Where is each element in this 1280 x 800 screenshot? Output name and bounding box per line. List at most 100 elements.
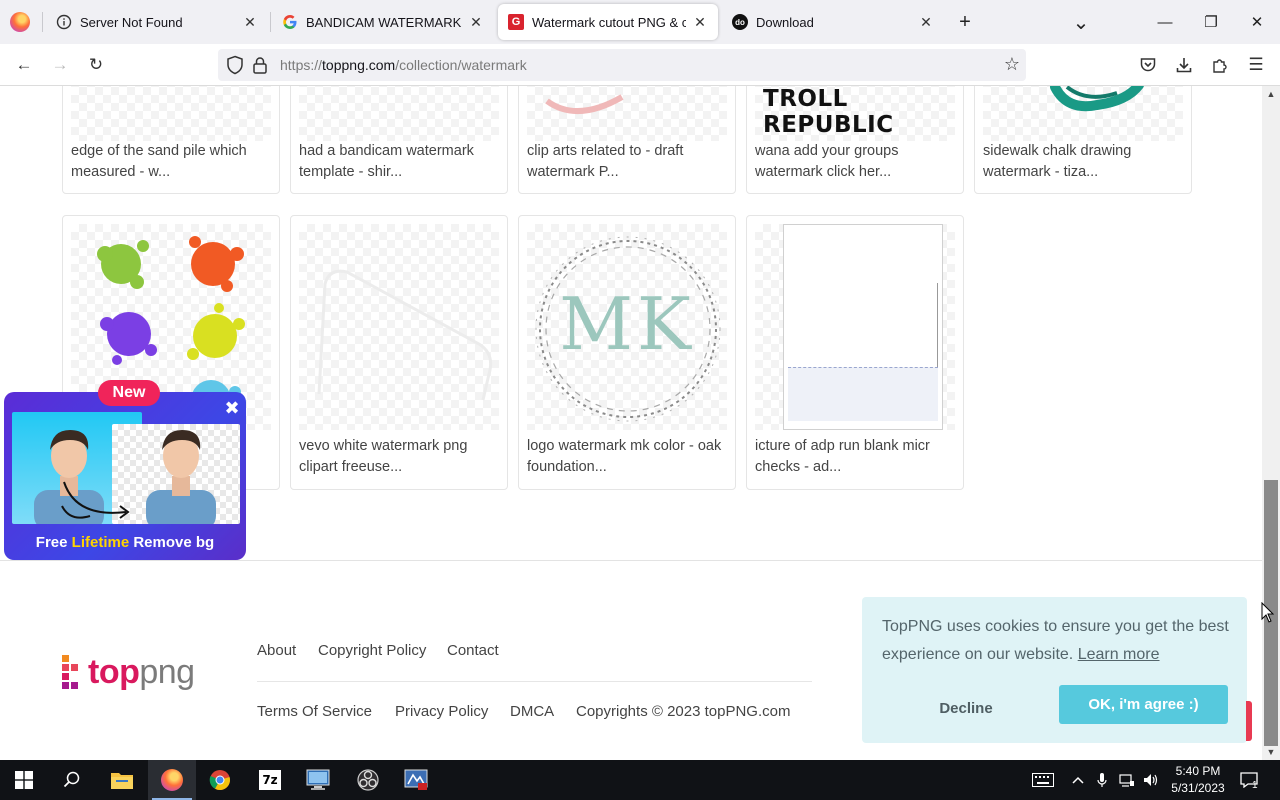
card-thumbnail[interactable] <box>71 86 271 141</box>
tab-watermark-cutout[interactable]: G Watermark cutout PNG & clipa ✕ <box>498 4 718 40</box>
system-clock[interactable]: 5:40 PM 5/31/2023 <box>1162 763 1234 797</box>
result-card[interactable]: vevo white watermark png clipart freeuse… <box>290 215 508 490</box>
download-icon[interactable] <box>1170 52 1198 78</box>
agree-button[interactable]: OK, i'm agree :) <box>1059 685 1228 724</box>
arrow-icon <box>63 481 130 519</box>
card-thumbnail[interactable] <box>299 224 499 430</box>
promo-close-icon[interactable]: ✖ <box>222 398 242 418</box>
tab-download[interactable]: do Download ✕ <box>722 0 944 44</box>
result-card[interactable]: sidewalk chalk drawing watermark - tiza.… <box>974 86 1192 194</box>
keyboard-icon[interactable] <box>1030 760 1056 800</box>
lock-icon[interactable] <box>252 56 268 74</box>
decline-button[interactable]: Decline <box>902 689 1030 727</box>
new-tab-button[interactable]: + <box>942 0 988 44</box>
dot-favicon: do <box>732 14 748 30</box>
7zip-icon[interactable]: 7z <box>246 760 294 800</box>
card-caption[interactable]: had a bandicam watermark template - shir… <box>299 141 499 183</box>
minimize-button[interactable]: — <box>1142 0 1188 44</box>
promo-text-before: Free <box>35 534 72 551</box>
footer-link-terms[interactable]: Terms Of Service <box>257 703 372 720</box>
footer-link-privacy[interactable]: Privacy Policy <box>395 703 488 720</box>
result-card[interactable]: edge of the sand pile which measured - w… <box>62 86 280 194</box>
tab-close-icon[interactable]: ✕ <box>692 14 708 30</box>
network-tool-icon[interactable] <box>392 760 440 800</box>
scroll-down-arrow[interactable]: ▼ <box>1262 744 1280 760</box>
card-caption[interactable]: sidewalk chalk drawing watermark - tiza.… <box>983 141 1183 183</box>
card-thumbnail[interactable] <box>527 86 727 141</box>
toppng-favicon: G <box>508 14 524 30</box>
footer-link-copyright-policy[interactable]: Copyright Policy <box>318 642 426 659</box>
url-prefix: https:// <box>280 57 323 73</box>
search-icon[interactable] <box>48 760 96 800</box>
tab-title: Server Not Found <box>80 14 183 30</box>
tab-title: Watermark cutout PNG & clipa <box>532 14 686 30</box>
microphone-icon[interactable] <box>1092 760 1112 800</box>
feedback-tab[interactable] <box>1246 701 1252 741</box>
firefox-icon[interactable] <box>148 760 196 800</box>
page-scrollbar[interactable]: ▲ ▼ <box>1262 86 1280 760</box>
result-card[interactable]: MK logo watermark mk color - oak foundat… <box>518 215 736 490</box>
puzzle-icon[interactable] <box>1206 52 1234 78</box>
tab-separator <box>270 12 271 32</box>
chevron-up-icon[interactable] <box>1068 760 1088 800</box>
tab-server-not-found[interactable]: Server Not Found ✕ <box>46 0 268 44</box>
tab-bandicam-watermark[interactable]: BANDICAM WATERMARK - Goo ✕ <box>272 0 494 44</box>
card-caption[interactable]: edge of the sand pile which measured - w… <box>71 141 271 183</box>
card-caption[interactable]: icture of adp run blank micr checks - ad… <box>755 436 955 478</box>
footer-link-contact[interactable]: Contact <box>447 642 499 659</box>
tracking-protection-icon[interactable] <box>226 55 244 75</box>
tab-close-icon[interactable]: ✕ <box>242 14 258 30</box>
card-thumbnail[interactable]: MK <box>527 224 727 430</box>
card-thumbnail[interactable] <box>299 86 499 141</box>
reload-button[interactable]: ↻ <box>82 52 110 78</box>
card-thumbnail[interactable]: TROLL REPUBLIC <box>755 86 955 141</box>
troll-republic-thumb-text: TROLL REPUBLIC <box>763 86 894 138</box>
list-all-tabs-button[interactable]: ⌄ <box>1058 0 1104 44</box>
back-button[interactable]: ← <box>10 52 38 78</box>
result-card[interactable]: icture of adp run blank micr checks - ad… <box>746 215 964 490</box>
footer-link-dmca[interactable]: DMCA <box>510 703 554 720</box>
learn-more-link[interactable]: Learn more <box>1078 646 1160 663</box>
promo-text[interactable]: Free Lifetime Remove bg <box>4 534 246 551</box>
address-bar[interactable]: https://toppng.com/collection/watermark … <box>218 49 1026 81</box>
forward-button[interactable]: → <box>46 52 74 78</box>
card-caption[interactable]: logo watermark mk color - oak foundation… <box>527 436 727 478</box>
obs-icon[interactable] <box>344 760 392 800</box>
tab-close-icon[interactable]: ✕ <box>468 14 484 30</box>
restore-button[interactable]: ❐ <box>1188 0 1234 44</box>
chrome-icon[interactable] <box>196 760 244 800</box>
card-caption[interactable]: wana add your groups watermark click her… <box>755 141 955 183</box>
notification-center-icon[interactable]: 1 <box>1236 760 1262 800</box>
pocket-icon[interactable] <box>1134 52 1162 78</box>
result-card[interactable]: TROLL REPUBLIC wana add your groups wate… <box>746 86 964 194</box>
file-explorer-icon[interactable] <box>98 760 146 800</box>
close-window-button[interactable]: ✕ <box>1234 0 1280 44</box>
scroll-up-arrow[interactable]: ▲ <box>1262 86 1280 102</box>
remove-bg-promo-popup[interactable]: New ✖ Free Lifetime Remove bg <box>4 380 246 560</box>
promo-text-highlight: Lifetime <box>71 534 130 551</box>
firefox-view-icon[interactable] <box>10 12 30 32</box>
footer-link-about[interactable]: About <box>257 642 296 659</box>
card-thumbnail[interactable] <box>755 224 955 430</box>
logo-text-png: png <box>139 652 195 691</box>
tab-close-icon[interactable]: ✕ <box>918 14 934 30</box>
card-caption[interactable]: vevo white watermark png clipart freeuse… <box>299 436 499 478</box>
tab-title: BANDICAM WATERMARK - Goo <box>306 14 462 30</box>
info-icon <box>56 14 72 30</box>
result-card[interactable]: clip arts related to - draft watermark P… <box>518 86 736 194</box>
card-thumbnail[interactable] <box>983 86 1183 141</box>
result-card[interactable]: had a bandicam watermark template - shir… <box>290 86 508 194</box>
app-menu-button[interactable]: ☰ <box>1242 52 1270 78</box>
cookie-message-text: TopPNG uses cookies to ensure you get th… <box>882 618 1229 663</box>
volume-icon[interactable] <box>1140 760 1162 800</box>
remote-desktop-icon[interactable] <box>294 760 342 800</box>
notification-count: 1 <box>1252 780 1258 791</box>
toppng-logo[interactable]: top png <box>60 652 195 692</box>
url-text[interactable]: https://toppng.com/collection/watermark <box>280 57 527 73</box>
card-caption[interactable]: clip arts related to - draft watermark P… <box>527 141 727 183</box>
cookie-message: TopPNG uses cookies to ensure you get th… <box>882 613 1232 669</box>
network-icon[interactable] <box>1116 760 1138 800</box>
navigation-toolbar: ← → ↻ https://toppng.com/collection/wate… <box>0 44 1280 86</box>
bookmark-star-icon[interactable]: ☆ <box>1004 54 1020 75</box>
start-icon[interactable] <box>0 760 48 800</box>
